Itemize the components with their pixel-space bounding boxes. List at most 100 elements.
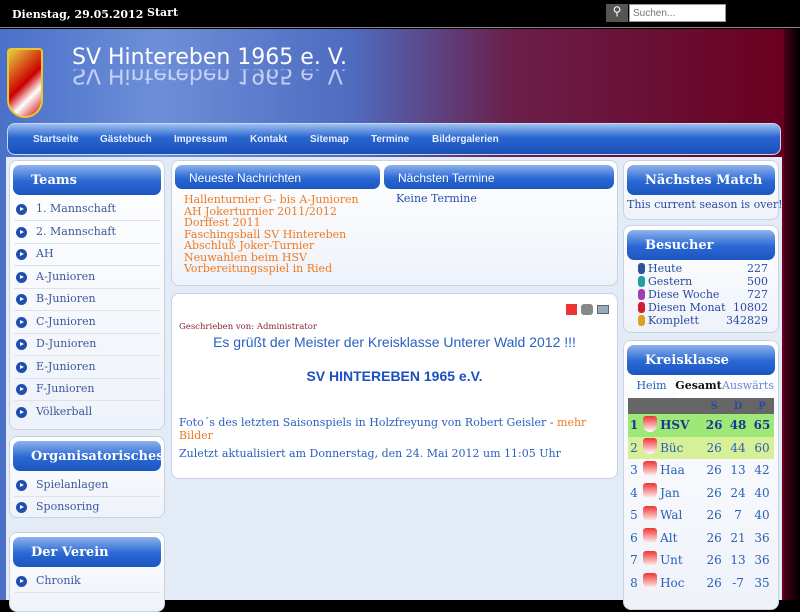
rank: 7 — [630, 553, 638, 568]
club-logo[interactable] — [7, 48, 43, 118]
nav-impressum[interactable]: Impressum — [174, 134, 227, 145]
stat: 26 — [702, 414, 727, 437]
stat: 65 — [750, 414, 774, 437]
team-item[interactable]: AH — [14, 244, 160, 266]
stat: 42 — [754, 463, 770, 478]
bullet-arrow-icon — [16, 226, 27, 238]
team-crest-icon — [643, 505, 658, 522]
stat: 44 — [726, 436, 751, 459]
rank: 2 — [628, 436, 640, 459]
team-crest-icon — [643, 528, 658, 545]
team-crest-icon — [643, 550, 658, 567]
start-link[interactable]: Start — [147, 6, 178, 19]
pdf-icon[interactable] — [566, 304, 577, 315]
team-item[interactable]: E-Junioren — [14, 357, 160, 379]
bullet-arrow-icon — [16, 406, 27, 418]
team-name: Hoc — [660, 575, 685, 590]
team-item[interactable]: Völkerball — [14, 402, 160, 424]
stat: 35 — [754, 575, 770, 590]
team-item[interactable]: A-Junioren — [14, 267, 160, 289]
verein-box: Der Verein Chronik — [9, 532, 165, 612]
visitor-row: Heute 227 — [638, 262, 768, 275]
league-row[interactable]: 2 Büc 26 44 60 — [628, 436, 774, 459]
team-item[interactable]: 2. Mannschaft — [14, 222, 160, 244]
article-club: SV HINTEREBEN 1965 e.V. — [306, 368, 483, 384]
rank: 3 — [630, 463, 638, 478]
bullet-arrow-icon — [16, 480, 27, 491]
league-row[interactable]: 3 Haa 26 13 42 — [628, 459, 774, 482]
visitors-box: Besucher Heute 227 Gestern 500 Diese Woche 72… — [623, 225, 779, 333]
search-icon[interactable]: ⚲ — [606, 4, 628, 22]
tab-heim[interactable]: Heim — [628, 379, 675, 397]
league-row[interactable]: 6 Alt 26 21 36 — [628, 527, 774, 550]
news-box: Neueste Nachrichten Nächsten Termine Hal… — [171, 160, 618, 286]
nav-startseite[interactable]: Startseite — [33, 134, 79, 145]
team-name: Büc — [660, 436, 703, 459]
email-icon[interactable] — [597, 305, 609, 314]
tab-gesamt[interactable]: Gesamt — [675, 379, 723, 397]
league-row[interactable]: 5 Wal 26 7 40 — [628, 504, 774, 527]
print-icon[interactable] — [581, 304, 593, 315]
team-crest-icon — [643, 415, 658, 432]
visitor-row: Gestern 500 — [638, 275, 768, 288]
league-row[interactable]: 1 HSV 26 48 65 — [628, 414, 774, 437]
nav-gaestebuch[interactable]: Gästebuch — [100, 134, 152, 145]
news-link[interactable]: Vorbereitungsspiel in Ried — [184, 262, 332, 276]
stat: 26 — [706, 508, 722, 523]
visitor-row: Diese Woche 727 — [638, 288, 768, 301]
nav-bildergalerien[interactable]: Bildergalerien — [432, 134, 499, 145]
org-item-sponsoring[interactable]: Sponsoring — [14, 497, 160, 519]
team-name: Jan — [660, 485, 680, 500]
team-item[interactable]: B-Junioren — [14, 289, 160, 311]
stat: 26 — [706, 463, 722, 478]
teams-title: Teams — [13, 165, 161, 195]
verein-title: Der Verein — [13, 537, 161, 567]
rank: 8 — [630, 575, 638, 590]
tab-auswaerts[interactable]: Auswärts — [722, 379, 774, 397]
bullet-arrow-icon — [16, 361, 27, 373]
stat: 36 — [754, 553, 770, 568]
league-row[interactable]: 8 Hoc 26 -7 35 — [628, 572, 774, 595]
team-item[interactable]: F-Junioren — [14, 379, 160, 401]
visitor-row: Diesen Monat 10802 — [638, 301, 768, 314]
bullet-arrow-icon — [16, 294, 27, 305]
team-name: Haa — [660, 463, 685, 478]
nav-kontakt[interactable]: Kontakt — [250, 134, 287, 145]
teams-box: Teams 1. Mannschaft 2. Mannschaft AH A-Juni… — [9, 160, 165, 430]
article-updated: Zuletzt aktualisiert am Donnerstag, den … — [179, 447, 561, 460]
person-icon — [638, 289, 645, 300]
team-crest-icon — [643, 483, 658, 500]
org-box: Organisatorisches Spielanlagen Sponsorin… — [9, 436, 165, 518]
article-author: Geschrieben von: Administrator — [179, 322, 317, 332]
search-input[interactable] — [629, 4, 726, 22]
bullet-arrow-icon — [16, 502, 27, 513]
team-item[interactable]: C-Junioren — [14, 312, 160, 334]
team-name: HSV — [660, 414, 703, 437]
league-tabs: Heim Gesamt Auswärts — [628, 379, 774, 397]
team-name: Unt — [660, 553, 683, 568]
team-crest-icon — [643, 573, 658, 590]
team-item[interactable]: 1. Mannschaft — [14, 199, 160, 221]
verein-item-chronik[interactable]: Chronik — [14, 571, 160, 593]
league-row[interactable]: 4 Jan 26 24 40 — [628, 482, 774, 505]
current-date: Dienstag, 29.05.2012 — [12, 8, 144, 21]
person-icon — [638, 302, 645, 313]
stat: 48 — [726, 414, 751, 437]
stat: 13 — [730, 463, 746, 478]
rank: 4 — [630, 485, 638, 500]
league-row[interactable]: 7 Unt 26 13 36 — [628, 549, 774, 572]
main-nav: Startseite Gästebuch Impressum Kontakt S… — [7, 123, 781, 155]
nav-sitemap[interactable]: Sitemap — [310, 134, 349, 145]
bullet-arrow-icon — [16, 249, 27, 260]
stat: 40 — [754, 485, 770, 500]
stat: 26 — [706, 575, 722, 590]
team-name: Alt — [660, 530, 678, 545]
team-item[interactable]: D-Junioren — [14, 334, 160, 356]
nav-termine[interactable]: Termine — [371, 134, 409, 145]
person-icon — [638, 263, 645, 274]
person-icon — [638, 276, 645, 287]
org-item-spielanlagen[interactable]: Spielanlagen — [14, 475, 160, 497]
article: Geschrieben von: Administrator Es grüßt … — [171, 293, 618, 479]
content-area: Teams 1. Mannschaft 2. Mannschaft AH A-Juni… — [6, 157, 783, 612]
site-title: SV Hintereben 1965 e. V. — [72, 45, 348, 70]
